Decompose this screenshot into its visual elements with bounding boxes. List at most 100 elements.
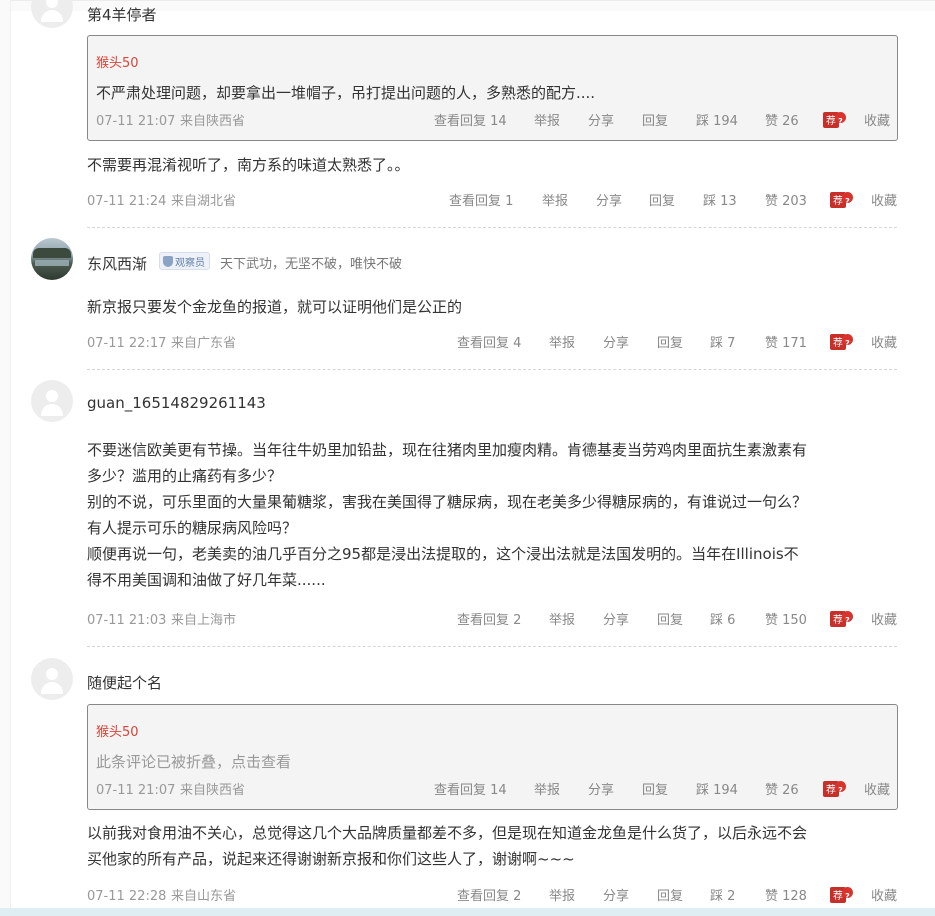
favorite-button[interactable]: 收藏 bbox=[864, 781, 890, 801]
timestamp: 07-11 21:24 bbox=[87, 194, 167, 209]
timestamp: 07-11 21:07 bbox=[96, 783, 176, 798]
timestamp: 07-11 22:17 bbox=[87, 336, 167, 351]
comment-text: 新京报只要发个金龙鱼的报道，就可以证明他们是公正的 bbox=[87, 298, 463, 316]
reply-button[interactable]: 回复 bbox=[657, 611, 683, 631]
avatar[interactable] bbox=[31, 0, 73, 28]
avatar-shoulder-shape bbox=[41, 404, 63, 416]
report-button[interactable]: 举报 bbox=[542, 192, 568, 212]
location: 来自陕西省 bbox=[180, 783, 246, 798]
view-replies-link[interactable]: 查看回复 2 bbox=[457, 611, 521, 631]
like-button[interactable]: 赞 26 bbox=[765, 781, 799, 801]
like-button[interactable]: 赞 26 bbox=[765, 112, 799, 132]
timestamp: 07-11 21:03 bbox=[87, 613, 167, 628]
dislike-button[interactable]: 踩 2 bbox=[710, 887, 735, 907]
view-replies-link[interactable]: 查看回复 4 bbox=[457, 334, 521, 354]
share-button[interactable]: 分享 bbox=[588, 112, 614, 132]
comment-meta-row: 07-11 21:03 来自上海市 查看回复 2 举报 分享 回复 踩 6 赞 … bbox=[87, 611, 897, 631]
location: 来自陕西省 bbox=[180, 114, 246, 129]
view-replies-link[interactable]: 查看回复 14 bbox=[434, 781, 507, 801]
like-button[interactable]: 赞 128 bbox=[765, 887, 807, 907]
reply-button[interactable]: 回复 bbox=[657, 887, 683, 907]
location: 来自湖北省 bbox=[171, 194, 237, 209]
share-button[interactable]: 分享 bbox=[603, 611, 629, 631]
comment-text-block: 以前我对食用油不关心，总觉得这几个大品牌质量都差不多，但是现在知道金龙鱼是什么货… bbox=[87, 820, 902, 872]
recommend-help-badge: ? bbox=[835, 112, 846, 126]
quote-author[interactable]: 猴头50 bbox=[96, 721, 139, 740]
recommend-help-badge: ? bbox=[842, 887, 853, 901]
comment-text-block: 不要迷信欧美更有节操。当年往牛奶里加铅盐，现在往猪肉里加瘦肉精。肯德基麦当劳鸡肉… bbox=[87, 437, 902, 593]
comment-line: 不要迷信欧美更有节操。当年往牛奶里加铅盐，现在往猪肉里加瘦肉精。肯德基麦当劳鸡肉… bbox=[87, 441, 808, 459]
page-left-edge bbox=[0, 0, 11, 916]
comment-line: 多少？滥用的止痛药有多少？ bbox=[87, 467, 283, 485]
avatar-shoulder-shape bbox=[41, 682, 63, 694]
folded-comment-notice[interactable]: 此条评论已被折叠，点击查看 bbox=[96, 751, 291, 772]
report-button[interactable]: 举报 bbox=[549, 611, 575, 631]
quote-author[interactable]: 猴头50 bbox=[96, 52, 139, 71]
comment-meta-row: 07-11 21:24 来自湖北省 查看回复 1 举报 分享 回复 踩 13 赞… bbox=[87, 192, 897, 212]
share-button[interactable]: 分享 bbox=[603, 887, 629, 907]
favorite-button[interactable]: 收藏 bbox=[871, 334, 897, 354]
dislike-button[interactable]: 踩 13 bbox=[703, 192, 737, 212]
quoted-comment[interactable]: 猴头50 此条评论已被折叠，点击查看 07-11 21:07 来自陕西省 查看回… bbox=[87, 704, 898, 810]
avatar[interactable] bbox=[31, 380, 73, 422]
observer-badge: 观察员 bbox=[159, 252, 210, 270]
username[interactable]: guan_16514829261143 bbox=[87, 394, 266, 412]
recommend-help-badge: ? bbox=[842, 334, 853, 348]
dislike-button[interactable]: 踩 6 bbox=[710, 611, 735, 631]
username[interactable]: 东风西渐 bbox=[87, 253, 147, 274]
comment-line: 得不用美国调和油做了好几年菜...... bbox=[87, 571, 326, 589]
dislike-button[interactable]: 踩 194 bbox=[696, 112, 738, 132]
reply-button[interactable]: 回复 bbox=[642, 781, 668, 801]
avatar[interactable] bbox=[31, 238, 73, 280]
share-button[interactable]: 分享 bbox=[596, 192, 622, 212]
reply-button[interactable]: 回复 bbox=[657, 334, 683, 354]
view-replies-link[interactable]: 查看回复 2 bbox=[457, 887, 521, 907]
favorite-button[interactable]: 收藏 bbox=[871, 611, 897, 631]
share-button[interactable]: 分享 bbox=[603, 334, 629, 354]
favorite-button[interactable]: 收藏 bbox=[864, 112, 890, 132]
like-button[interactable]: 赞 171 bbox=[765, 334, 807, 354]
like-button[interactable]: 赞 150 bbox=[765, 611, 807, 631]
comment-meta-row: 07-11 22:17 来自广东省 查看回复 4 举报 分享 回复 踩 7 赞 … bbox=[87, 334, 897, 354]
comment-text: 不需要再混淆视听了，南方系的味道太熟悉了。。 bbox=[87, 156, 410, 174]
view-replies-link[interactable]: 查看回复 1 bbox=[449, 192, 513, 212]
reply-button[interactable]: 回复 bbox=[649, 192, 675, 212]
timestamp: 07-11 21:07 bbox=[96, 114, 176, 129]
favorite-button[interactable]: 收藏 bbox=[871, 887, 897, 907]
avatar-shoulder-shape bbox=[41, 10, 63, 22]
quote-text: 不严肃处理问题，却要拿出一堆帽子，吊打提出问题的人，多熟悉的配方.... bbox=[96, 84, 596, 102]
report-button[interactable]: 举报 bbox=[549, 887, 575, 907]
avatar-head-shape bbox=[46, 0, 58, 8]
avatar-head-shape bbox=[46, 668, 58, 680]
favorite-button[interactable]: 收藏 bbox=[871, 192, 897, 212]
report-button[interactable]: 举报 bbox=[534, 112, 560, 132]
username[interactable]: 随便起个名 bbox=[87, 672, 162, 693]
shield-icon bbox=[163, 255, 173, 267]
comment-divider bbox=[87, 227, 897, 228]
avatar-photo-trees bbox=[33, 248, 71, 258]
recommend-help-badge: ? bbox=[842, 611, 853, 625]
avatar[interactable] bbox=[31, 658, 73, 700]
avatar-photo-lake bbox=[35, 260, 69, 266]
avatar-head-shape bbox=[46, 390, 58, 402]
quote-meta-row: 07-11 21:07 来自陕西省 查看回复 14 举报 分享 回复 踩 194… bbox=[96, 112, 896, 132]
report-button[interactable]: 举报 bbox=[534, 781, 560, 801]
username[interactable]: 第4羊停者 bbox=[87, 4, 157, 25]
dislike-button[interactable]: 踩 194 bbox=[696, 781, 738, 801]
quoted-comment[interactable]: 猴头50 不严肃处理问题，却要拿出一堆帽子，吊打提出问题的人，多熟悉的配方...… bbox=[87, 35, 898, 141]
reply-button[interactable]: 回复 bbox=[642, 112, 668, 132]
report-button[interactable]: 举报 bbox=[549, 334, 575, 354]
comment-line: 有人提示可乐的糖尿病风险吗？ bbox=[87, 519, 298, 537]
like-button[interactable]: 赞 203 bbox=[765, 192, 807, 212]
comment-line: 以前我对食用油不关心，总觉得这几个大品牌质量都差不多，但是现在知道金龙鱼是什么货… bbox=[87, 824, 808, 842]
recommend-help-badge: ? bbox=[842, 192, 853, 206]
view-replies-link[interactable]: 查看回复 14 bbox=[434, 112, 507, 132]
comment-divider bbox=[87, 369, 897, 370]
comment-divider bbox=[87, 646, 897, 647]
location: 来自山东省 bbox=[171, 889, 237, 904]
user-signature: 天下武功，无坚不破，唯快不破 bbox=[220, 257, 403, 272]
comment-meta-row: 07-11 22:28 来自山东省 查看回复 2 举报 分享 回复 踩 2 赞 … bbox=[87, 887, 897, 907]
share-button[interactable]: 分享 bbox=[588, 781, 614, 801]
location: 来自上海市 bbox=[171, 613, 237, 628]
dislike-button[interactable]: 踩 7 bbox=[710, 334, 735, 354]
